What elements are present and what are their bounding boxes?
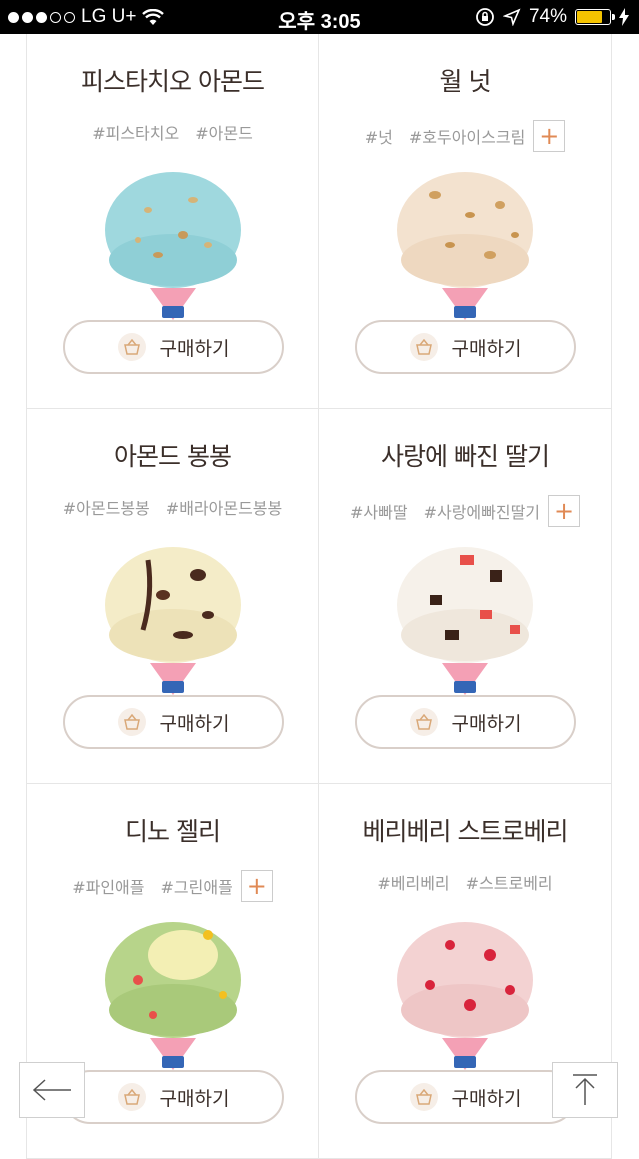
buy-button-label: 구매하기	[159, 712, 230, 735]
tag[interactable]: #넛	[365, 124, 393, 148]
tag[interactable]: #스트로베리	[466, 870, 553, 894]
ice-cream-image[interactable]	[390, 160, 540, 320]
buy-button[interactable]: 구매하기	[63, 320, 284, 374]
status-bar: LG U+ 오후 3:05 74%	[0, 0, 639, 34]
buy-button[interactable]: 구매하기	[63, 1070, 284, 1124]
product-card[interactable]: 아몬드 봉봉 #아몬드봉봉 #배라아몬드봉봉 구매하기	[26, 409, 319, 784]
basket-icon	[117, 708, 146, 736]
product-name: 사랑에 빠진 딸기	[381, 442, 550, 471]
ice-cream-image[interactable]	[390, 910, 540, 1070]
tag[interactable]: #호두아이스크림	[409, 124, 525, 148]
buy-button-label: 구매하기	[159, 1087, 230, 1110]
status-right: 74%	[475, 6, 629, 28]
tag[interactable]: #그린애플	[161, 874, 233, 898]
buy-button-label: 구매하기	[451, 337, 522, 360]
product-name: 아몬드 봉봉	[114, 442, 232, 471]
location-icon	[502, 8, 521, 26]
tag[interactable]: #아몬드	[195, 120, 253, 144]
tag[interactable]: #아몬드봉봉	[63, 495, 150, 519]
buy-button[interactable]: 구매하기	[63, 695, 284, 749]
tag[interactable]: #사랑에빠진딸기	[424, 499, 540, 523]
tag[interactable]: #파인애플	[72, 874, 144, 898]
basket-icon	[409, 708, 438, 736]
buy-button-label: 구매하기	[159, 337, 230, 360]
rotation-lock-icon	[476, 8, 494, 26]
product-tags: #베리베리 #스트로베리	[319, 870, 611, 894]
more-tags-button[interactable]: +	[240, 870, 273, 902]
buy-button[interactable]: 구매하기	[355, 1070, 576, 1124]
basket-icon	[117, 1083, 146, 1111]
product-name: 월 넛	[439, 67, 492, 96]
product-tags: #넛 #호두아이스크림 +	[319, 120, 611, 152]
product-card[interactable]: 피스타치오 아몬드 #피스타치오 #아몬드 구매하기	[26, 34, 319, 409]
ice-cream-image[interactable]	[98, 535, 248, 695]
basket-icon	[409, 333, 438, 361]
back-button[interactable]	[19, 1062, 85, 1118]
buy-button[interactable]: 구매하기	[355, 320, 576, 374]
arrow-left-icon	[32, 1079, 71, 1101]
tag[interactable]: #사빠딸	[350, 499, 408, 523]
basket-icon	[117, 333, 146, 361]
product-tags: #피스타치오 #아몬드	[27, 120, 318, 144]
product-card[interactable]: 월 넛 #넛 #호두아이스크림 + 구매하기	[319, 34, 612, 409]
product-tags: #파인애플 #그린애플 +	[27, 870, 318, 902]
ice-cream-image[interactable]	[98, 160, 248, 320]
charging-icon	[619, 8, 629, 26]
more-tags-button[interactable]: +	[533, 120, 566, 152]
more-tags-button[interactable]: +	[548, 495, 581, 527]
basket-icon	[409, 1083, 438, 1111]
product-card[interactable]: 사랑에 빠진 딸기 #사빠딸 #사랑에빠진딸기 + 구매하기	[319, 409, 612, 784]
buy-button-label: 구매하기	[451, 712, 522, 735]
buy-button-label: 구매하기	[451, 1087, 522, 1110]
tag[interactable]: #베리베리	[377, 870, 449, 894]
tag[interactable]: #피스타치오	[92, 120, 179, 144]
battery-percent: 74%	[528, 6, 567, 27]
product-name: 베리베리 스트로베리	[362, 817, 569, 846]
product-name: 디노 젤리	[125, 817, 221, 846]
ice-cream-image[interactable]	[98, 910, 248, 1070]
product-name: 피스타치오 아몬드	[81, 67, 265, 96]
product-tags: #아몬드봉봉 #배라아몬드봉봉	[27, 495, 318, 519]
tag[interactable]: #배라아몬드봉봉	[166, 495, 282, 519]
arrow-up-icon	[573, 1074, 597, 1105]
battery-icon	[575, 9, 615, 25]
ice-cream-image[interactable]	[390, 535, 540, 695]
scroll-to-top-button[interactable]	[552, 1062, 618, 1118]
buy-button[interactable]: 구매하기	[355, 695, 576, 749]
product-tags: #사빠딸 #사랑에빠진딸기 +	[319, 495, 611, 527]
